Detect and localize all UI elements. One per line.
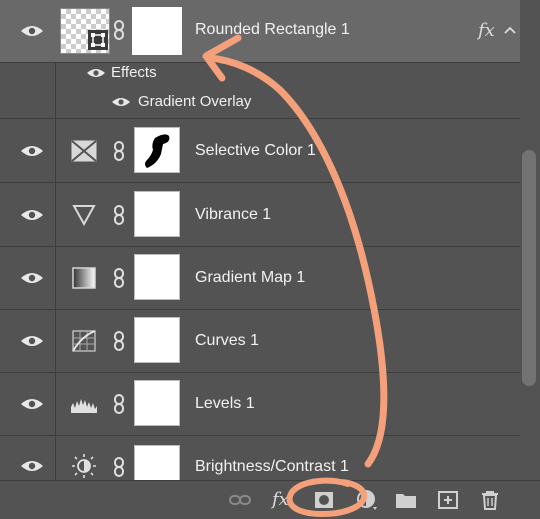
layer-row-rounded-rectangle[interactable]: Rounded Rectangle 1 fx [0,0,520,63]
gradient-overlay-row[interactable]: Gradient Overlay [0,87,520,116]
layer-row-selective-color[interactable]: Selective Color 1 [0,119,520,183]
fx-indicator[interactable]: fx [478,20,495,41]
layer-name[interactable]: Curves 1 [195,332,259,350]
link-icon[interactable] [112,140,126,161]
effects-row[interactable]: Effects [0,58,520,87]
brightness-contrast-icon[interactable] [70,453,98,479]
link-layers-icon[interactable] [228,489,252,511]
layer-name[interactable]: Rounded Rectangle 1 [195,21,350,39]
vector-mask-thumbnail[interactable] [132,7,182,55]
effects-label: Effects [111,63,157,81]
layers-bottom-toolbar: fx [0,480,540,519]
shape-layer-badge-icon [88,30,108,50]
layer-mask-thumbnail[interactable] [134,190,180,237]
layer-mask-thumbnail[interactable] [134,316,180,363]
layer-mask-thumbnail[interactable] [134,379,180,426]
eye-icon[interactable] [20,334,44,348]
layer-name[interactable]: Brightness/Contrast 1 [195,458,349,476]
eye-icon[interactable] [20,24,44,38]
link-icon[interactable] [112,204,126,225]
vibrance-icon[interactable] [70,202,98,228]
layer-row-gradient-map[interactable]: Gradient Map 1 [0,246,520,310]
eye-icon[interactable] [86,67,106,79]
eye-icon[interactable] [111,96,131,108]
eye-icon[interactable] [20,397,44,411]
new-layer-icon[interactable] [436,489,460,511]
eye-icon[interactable] [20,144,44,158]
curves-icon[interactable] [70,328,98,354]
link-icon[interactable] [112,393,126,414]
layer-mask-thumbnail[interactable] [134,445,180,483]
mask-shape-icon [145,133,170,168]
layer-mask-thumbnail[interactable] [134,126,180,173]
link-icon[interactable] [112,20,126,40]
gradient-overlay-label: Gradient Overlay [138,92,252,110]
layer-row-vibrance[interactable]: Vibrance 1 [0,183,520,247]
layer-mask-thumbnail[interactable] [134,253,180,300]
delete-layer-icon[interactable] [478,489,502,511]
eye-icon[interactable] [20,459,44,473]
rounded-rect-thumbnail[interactable] [60,8,110,54]
new-group-icon[interactable] [394,489,418,511]
layer-row-curves[interactable]: Curves 1 [0,309,520,373]
layer-name[interactable]: Selective Color 1 [195,142,316,160]
levels-icon[interactable] [70,391,98,417]
new-adjustment-layer-icon[interactable] [356,489,380,511]
gradient-map-icon[interactable] [70,265,98,291]
add-layer-style-icon[interactable]: fx [272,489,289,510]
scrollbar-thumb[interactable] [522,150,536,386]
selective-color-icon[interactable] [70,138,98,164]
layer-name[interactable]: Levels 1 [195,395,255,413]
chevron-up-icon[interactable] [504,26,516,34]
layers-panel: Rounded Rectangle 1 fx Effects Gradient … [0,0,540,519]
link-icon[interactable] [112,457,126,477]
layer-name[interactable]: Vibrance 1 [195,206,271,224]
layer-row-brightness-contrast[interactable]: Brightness/Contrast 1 [0,435,520,483]
link-icon[interactable] [112,267,126,288]
eye-icon[interactable] [20,208,44,222]
layer-row-levels[interactable]: Levels 1 [0,372,520,436]
eye-icon[interactable] [20,271,44,285]
layer-name[interactable]: Gradient Map 1 [195,269,305,287]
link-icon[interactable] [112,330,126,351]
add-mask-icon[interactable] [312,489,336,511]
